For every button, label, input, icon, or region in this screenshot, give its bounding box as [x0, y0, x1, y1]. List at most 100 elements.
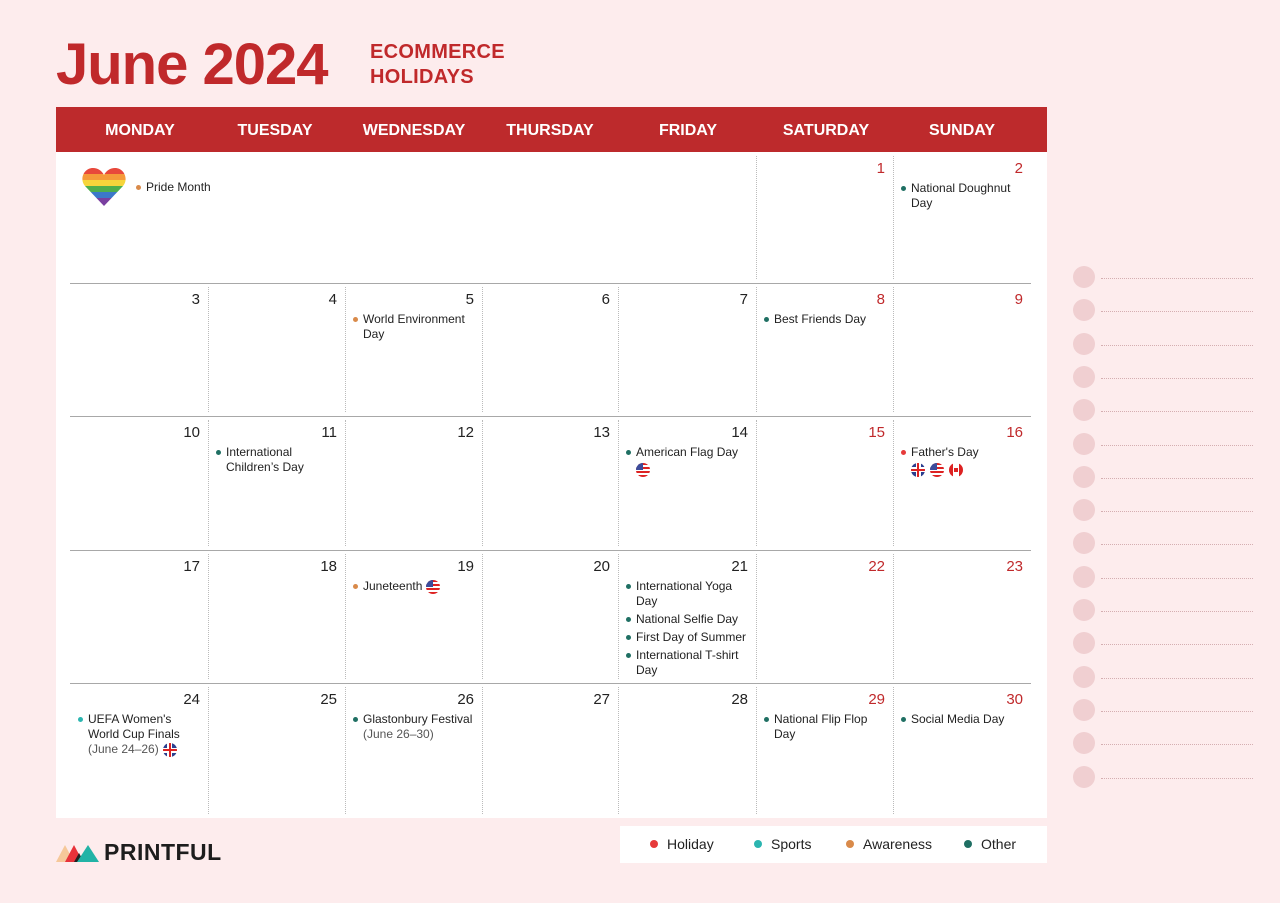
event-item[interactable]: Social Media Day	[899, 712, 1027, 727]
notes-line[interactable]	[1073, 299, 1253, 322]
dotted-line	[1101, 278, 1253, 279]
notes-line[interactable]	[1073, 565, 1253, 588]
event-item[interactable]: International T-shirt Day	[624, 648, 752, 678]
event-item[interactable]: Best Friends Day	[762, 312, 889, 327]
weekday-sunday: SUNDAY	[928, 122, 996, 139]
logo-text: PRINTFUL	[104, 839, 222, 865]
day-cell[interactable]: 13	[482, 416, 618, 550]
event-list: American Flag Day	[624, 445, 752, 480]
notes-line[interactable]	[1073, 365, 1253, 388]
notes-line[interactable]	[1073, 399, 1253, 422]
day-number: 24	[183, 691, 200, 708]
day-cell[interactable]: 28	[618, 683, 756, 818]
category-legend: Holiday Sports Awareness Other	[620, 826, 1047, 863]
event-item[interactable]: Juneteenth	[351, 579, 478, 595]
event-label: First Day of Summer	[636, 630, 747, 644]
event-item[interactable]: International Yoga Day	[624, 579, 752, 609]
legend-dot	[650, 840, 658, 848]
event-list: International Yoga Day National Selfie Da…	[624, 579, 752, 681]
calendar-grid: MONDAY TUESDAY WEDNESDAY THURSDAY FRIDAY SATU…	[56, 107, 1047, 818]
day-cell[interactable]: 5 World Environment Day	[345, 283, 482, 416]
day-cell[interactable]: 24 UEFA Women's World Cup Finals (June 24–…	[70, 683, 208, 818]
day-cell[interactable]: 2 National Doughnut Day	[893, 152, 1031, 283]
day-cell[interactable]: 10	[70, 416, 208, 550]
day-cell[interactable]: 6	[482, 283, 618, 416]
notes-line[interactable]	[1073, 698, 1253, 721]
event-list: National Flip Flop Day	[762, 712, 889, 745]
day-cell[interactable]: 8 Best Friends Day	[756, 283, 893, 416]
day-cell[interactable]: 21 International Yoga Day National Selfie …	[618, 550, 756, 683]
day-cell[interactable]: 3	[70, 283, 208, 416]
day-cell[interactable]: 4	[208, 283, 345, 416]
bullet-circle-icon	[1073, 732, 1095, 755]
event-item[interactable]: Glastonbury Festival (June 26–30)	[351, 712, 478, 742]
day-cell[interactable]: 29 National Flip Flop Day	[756, 683, 893, 818]
weekday-thursday: THURSDAY	[506, 122, 594, 139]
notes-line[interactable]	[1073, 665, 1253, 688]
day-cell[interactable]: 12	[345, 416, 482, 550]
day-cell[interactable]: 7	[618, 283, 756, 416]
day-cell[interactable]: 18	[208, 550, 345, 683]
event-item[interactable]: International Children’s Day	[214, 445, 341, 475]
day-cell[interactable]: 11 International Children’s Day	[208, 416, 345, 550]
day-cell[interactable]: 14 American Flag Day	[618, 416, 756, 550]
notes-line[interactable]	[1073, 765, 1253, 788]
notes-line[interactable]	[1073, 465, 1253, 488]
event-item[interactable]: First Day of Summer	[624, 630, 752, 645]
dotted-line	[1101, 777, 1253, 779]
event-item[interactable]: UEFA Women's World Cup Finals (June 24–26…	[76, 712, 204, 758]
notes-line[interactable]	[1073, 532, 1253, 555]
bullet-circle-icon	[1073, 499, 1095, 522]
notes-line[interactable]	[1073, 266, 1253, 288]
day-number: 5	[465, 291, 474, 308]
us-flag-icon	[636, 462, 650, 477]
event-list: Social Media Day	[899, 712, 1027, 730]
notes-line[interactable]	[1073, 332, 1253, 355]
weekday-friday: FRIDAY	[658, 122, 718, 139]
event-item[interactable]: National Doughnut Day	[899, 181, 1027, 211]
day-cell[interactable]: 23	[893, 550, 1031, 683]
legend-label: Awareness	[863, 836, 933, 852]
event-label: International Yoga Day	[636, 579, 733, 608]
day-cell[interactable]: 19 Juneteenth	[345, 550, 482, 683]
day-cell[interactable]: 22	[756, 550, 893, 683]
notes-line[interactable]	[1073, 499, 1253, 522]
event-item[interactable]: American Flag Day	[624, 445, 752, 477]
canada-flag-icon	[949, 462, 963, 477]
notes-line[interactable]	[1073, 599, 1253, 621]
event-item[interactable]: Father's Day	[899, 445, 1027, 477]
notes-line[interactable]	[1073, 732, 1253, 755]
dotted-line	[1101, 611, 1253, 612]
day-cell[interactable]: 26 Glastonbury Festival (June 26–30)	[345, 683, 482, 818]
event-list: International Children’s Day	[214, 445, 341, 478]
day-cell[interactable]: 30 Social Media Day	[893, 683, 1031, 818]
bullet-circle-icon	[1073, 565, 1095, 588]
day-cell[interactable]: 27	[482, 683, 618, 818]
notes-line[interactable]	[1073, 432, 1253, 455]
weekday-monday: MONDAY	[105, 122, 175, 139]
day-number: 13	[593, 424, 610, 441]
day-number: 12	[457, 424, 474, 441]
category-dot	[626, 584, 631, 589]
day-cell[interactable]: 16 Father's Day	[893, 416, 1031, 550]
category-dot	[216, 450, 221, 455]
notes-line[interactable]	[1073, 632, 1253, 655]
event-item[interactable]: World Environment Day	[351, 312, 478, 342]
event-item[interactable]: National Selfie Day	[624, 612, 752, 627]
legend-label: Sports	[771, 836, 812, 852]
event-list: World Environment Day	[351, 312, 478, 345]
day-number: 19	[457, 558, 474, 575]
day-cell[interactable]: 1	[756, 152, 893, 283]
day-cell[interactable]: 25	[208, 683, 345, 818]
flag-list	[426, 579, 445, 595]
day-cell[interactable]: 15	[756, 416, 893, 550]
category-dot	[626, 653, 631, 658]
event-label: National Selfie Day	[636, 612, 739, 626]
day-cell[interactable]: 17	[70, 550, 208, 683]
day-cell[interactable]: 20	[482, 550, 618, 683]
day-cell[interactable]: 9	[893, 283, 1031, 416]
event-item[interactable]: National Flip Flop Day	[762, 712, 889, 742]
event-label: International Children’s Day	[226, 445, 304, 474]
bullet-circle-icon	[1073, 698, 1095, 721]
day-number: 10	[183, 424, 200, 441]
